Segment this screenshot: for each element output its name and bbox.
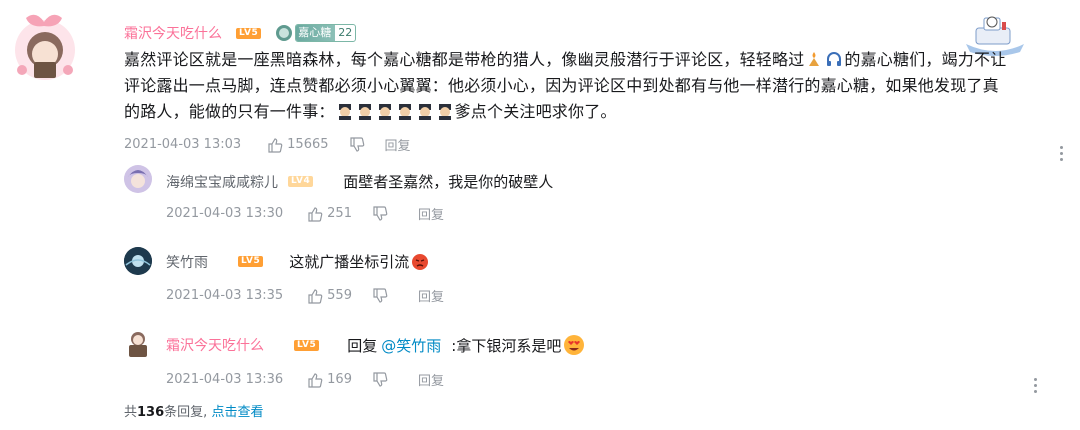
timestamp: 2021-04-03 13:03 [124, 137, 242, 152]
man-emoji-icon [416, 102, 434, 120]
man-emoji-icon [336, 102, 354, 120]
like-count: 559 [327, 288, 352, 303]
username[interactable]: 霜沢今天吃什么 [124, 23, 222, 43]
man-emoji-icon [436, 102, 454, 120]
like-count: 169 [327, 372, 352, 387]
timestamp: 2021-04-03 13:36 [166, 372, 284, 387]
reply-text: 这就广播坐标引流 [289, 253, 410, 271]
reply-count: 136 [137, 405, 165, 420]
avatar-illustration [129, 332, 147, 357]
fan-medal[interactable]: 嘉心糖 22 [275, 24, 357, 42]
reply-button[interactable]: 回复 [418, 286, 444, 305]
avatar[interactable] [124, 330, 152, 358]
comment-meta: 2021-04-03 13:30 251 回复 [166, 204, 444, 223]
reply-summary-suffix: 条回复, [164, 405, 208, 420]
fan-medal-name: 嘉心糖 [296, 25, 336, 41]
reply-button[interactable]: 回复 [418, 204, 444, 223]
thumbs-up-icon [268, 137, 283, 153]
comment-text-line: 爹点个关注吧求你了。 [454, 102, 617, 121]
man-emoji-icon [356, 102, 374, 120]
like-count: 15665 [287, 137, 329, 152]
mention-link[interactable]: @笑竹雨 [381, 335, 441, 356]
man-emoji-icon [376, 102, 394, 120]
thumbs-up-icon [308, 288, 323, 304]
level-badge: LV5 [294, 339, 320, 351]
angry-face-emoji-icon [412, 253, 429, 270]
comment-meta: 2021-04-03 13:36 169 回复 [166, 370, 444, 389]
reply-text: :拿下银河系是吧 [451, 336, 562, 355]
reply-summary: 共136条回复, 点击查看 [124, 401, 263, 420]
username[interactable]: 霜沢今天吃什么 [166, 335, 264, 355]
fan-medal-level: 22 [338, 26, 353, 39]
more-options-icon[interactable] [1060, 146, 1064, 161]
heart-eyes-emoji-icon [564, 335, 585, 355]
fan-medal-icon [276, 25, 293, 41]
more-options-icon[interactable] [1034, 378, 1038, 393]
thumbs-down-icon[interactable] [372, 287, 388, 304]
like-button[interactable]: 15665 [267, 137, 329, 153]
comment-meta: 2021-04-03 13:03 15665 回复 [124, 135, 411, 154]
comment-text: 嘉然评论区就是一座黑暗森林，每个嘉心糖都是带枪的猎人，像幽灵般潜行于评论区，轻轻… [124, 47, 1054, 125]
username[interactable]: 笑竹雨 [166, 252, 208, 272]
avatar-illustration [124, 165, 152, 193]
avatar[interactable] [124, 165, 152, 193]
reply-summary-prefix: 共 [124, 405, 138, 420]
reply-text: 面壁者圣嘉然，我是你的破壁人 [343, 173, 554, 191]
avatar[interactable] [124, 247, 152, 275]
avatar-illustration [15, 14, 75, 80]
like-button[interactable]: 559 [307, 288, 352, 304]
view-replies-link[interactable]: 点击查看 [211, 405, 263, 420]
candle-emoji-icon [805, 50, 823, 68]
username[interactable]: 海绵宝宝咸咸粽儿 [166, 172, 278, 192]
comment-text-line: 评论露出一点马脚，连点赞都必须小心翼翼：他必须小心，因为评论区中到处都有与他一样… [124, 76, 999, 95]
like-button[interactable]: 251 [307, 206, 352, 222]
headphones-emoji-icon [825, 50, 843, 68]
like-button[interactable]: 169 [307, 372, 352, 388]
man-emoji-icon [396, 102, 414, 120]
level-badge: LV5 [236, 27, 262, 39]
timestamp: 2021-04-03 13:35 [166, 288, 284, 303]
comment-text-line: 嘉然评论区就是一座黑暗森林，每个嘉心糖都是带枪的猎人，像幽灵般潜行于评论区，轻轻… [124, 50, 805, 69]
reply-prefix: 回复 [347, 336, 378, 355]
like-count: 251 [327, 206, 352, 221]
level-badge: LV4 [288, 176, 314, 187]
reply-button[interactable]: 回复 [385, 135, 411, 154]
thumbs-up-icon [308, 372, 323, 388]
timestamp: 2021-04-03 13:30 [166, 206, 284, 221]
avatar[interactable] [14, 8, 76, 94]
level-badge: LV5 [238, 256, 264, 267]
reply-button[interactable]: 回复 [418, 370, 444, 389]
thumbs-down-icon[interactable] [372, 205, 388, 222]
thumbs-down-icon[interactable] [349, 136, 365, 153]
thumbs-up-icon [308, 206, 323, 222]
avatar-illustration [124, 247, 152, 275]
comment-meta: 2021-04-03 13:35 559 回复 [166, 286, 444, 305]
thumbs-down-icon[interactable] [372, 371, 388, 388]
comment-text-line: 的路人，能做的只有一件事： [124, 102, 335, 121]
comment-text-line: 的嘉心糖们，竭力不让 [844, 50, 1007, 69]
